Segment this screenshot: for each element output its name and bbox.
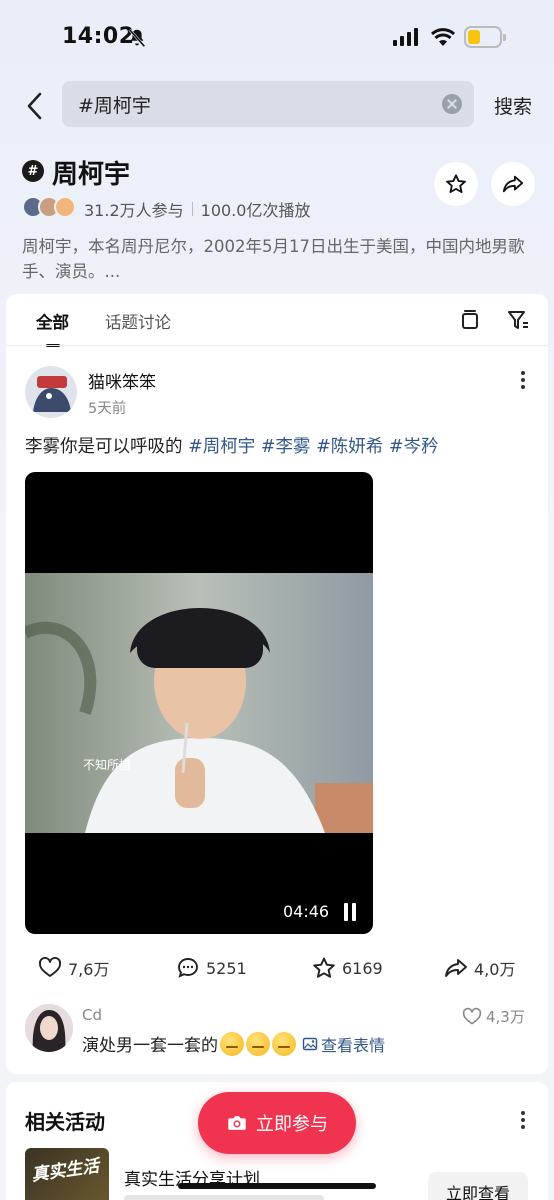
comment-like-button[interactable]: 4,3万 <box>462 1006 525 1027</box>
clear-icon[interactable] <box>442 94 462 114</box>
avatar[interactable] <box>25 366 77 418</box>
video-frame: 不知所措 <box>25 573 373 833</box>
video-subtitle: 不知所措 <box>83 758 131 772</box>
like-count: 7,6万 <box>68 960 110 979</box>
thinking-emoji-icon <box>272 1031 296 1056</box>
search-input[interactable]: #周柯宇 <box>62 81 474 127</box>
view-activity-button[interactable]: 立即查看 <box>428 1172 528 1200</box>
related-title: 相关活动 <box>25 1110 105 1134</box>
home-indicator <box>178 1183 376 1189</box>
tag-link[interactable]: #李雾 <box>261 437 311 457</box>
comment-count: 5251 <box>206 958 247 978</box>
thinking-emoji-icon <box>246 1031 270 1056</box>
comment-body: 演处男一套一套的 <box>82 1036 218 1056</box>
comment-button[interactable]: 5251 <box>176 956 247 980</box>
favorite-post-button[interactable]: 6169 <box>312 956 383 980</box>
favorite-count: 6169 <box>342 958 383 978</box>
search-button[interactable]: 搜索 <box>494 92 532 119</box>
post-time: 5天前 <box>88 401 127 417</box>
tab-all[interactable]: 全部 <box>36 309 69 347</box>
activity-thumbnail[interactable]: 真实生活 <box>25 1148 109 1200</box>
heart-icon <box>39 956 61 977</box>
heart-icon <box>462 1007 482 1024</box>
play-count: 100.0亿次播放 <box>200 201 311 220</box>
participants-count: 31.2万人参与 <box>84 201 184 220</box>
comment-like-count: 4,3万 <box>486 1008 525 1026</box>
more-icon[interactable] <box>516 1110 530 1130</box>
back-button[interactable] <box>18 86 52 126</box>
share-icon <box>445 959 467 977</box>
camera-icon <box>228 1116 246 1130</box>
filter-icon[interactable] <box>506 308 530 332</box>
post-body: 李雾你是可以呼吸的 <box>25 437 183 457</box>
feed-tabs: 全部 话题讨论 <box>36 309 171 347</box>
video-duration: 04:46 <box>283 902 330 921</box>
bell-off-icon <box>128 28 146 48</box>
pause-icon[interactable] <box>343 903 357 921</box>
image-icon <box>302 1037 318 1050</box>
participant-avatars <box>22 196 76 218</box>
share-count: 4,0万 <box>474 960 516 979</box>
join-label: 立即参与 <box>256 1114 328 1135</box>
tag-link[interactable]: #岑矜 <box>389 437 439 457</box>
topic-title: 周柯宇 <box>52 160 131 190</box>
see-emoji-link[interactable]: 查看表情 <box>302 1032 385 1056</box>
topic-description[interactable]: 周柯宇，本名周丹尼尔，2002年5月17日出生于美国，中国内地男歌手、演员。..… <box>22 234 536 284</box>
thinking-emoji-icon <box>220 1031 244 1056</box>
status-time: 14:02 <box>62 24 135 49</box>
chevron-left-icon <box>27 92 42 120</box>
post-username[interactable]: 猫咪笨笨 <box>88 368 156 393</box>
comment-icon <box>178 958 198 978</box>
star-icon <box>313 957 335 978</box>
topic-stats: 31.2万人参与 100.0亿次播放 <box>84 197 310 221</box>
activity-thumb-text: 真实生活 <box>30 1156 101 1186</box>
tabs-divider <box>6 345 548 346</box>
signal-icon <box>393 28 418 46</box>
commenter-username[interactable]: Cd <box>82 1006 102 1024</box>
see-emoji-label: 查看表情 <box>321 1035 386 1055</box>
star-icon <box>446 174 466 193</box>
tag-link[interactable]: #陈妍希 <box>316 437 383 457</box>
share-icon <box>502 175 524 193</box>
tab-discussion[interactable]: 话题讨论 <box>105 309 171 333</box>
activity-subtitle <box>124 1190 344 1200</box>
share-button[interactable] <box>491 162 535 206</box>
battery-icon <box>464 26 506 48</box>
comment-text: 演处男一套一套的 查看表情 <box>82 1031 385 1056</box>
wifi-icon <box>430 28 456 46</box>
tag-link[interactable]: #周柯宇 <box>188 437 255 457</box>
commenter-avatar[interactable] <box>25 1004 73 1052</box>
share-post-button[interactable]: 4,0万 <box>444 956 515 980</box>
favorite-button[interactable] <box>434 162 478 206</box>
like-button[interactable]: 7,6万 <box>38 956 109 980</box>
more-icon[interactable] <box>516 370 530 390</box>
battery-fill <box>468 30 480 44</box>
search-query: #周柯宇 <box>78 94 151 117</box>
video-player[interactable]: 不知所措 04:46 <box>25 472 373 934</box>
hashtag-icon: # <box>22 160 44 182</box>
post-text: 李雾你是可以呼吸的 #周柯宇 #李雾 #陈妍希 #岑矜 <box>25 433 439 458</box>
join-button[interactable]: 立即参与 <box>198 1092 356 1154</box>
layout-toggle-icon[interactable] <box>458 308 482 332</box>
